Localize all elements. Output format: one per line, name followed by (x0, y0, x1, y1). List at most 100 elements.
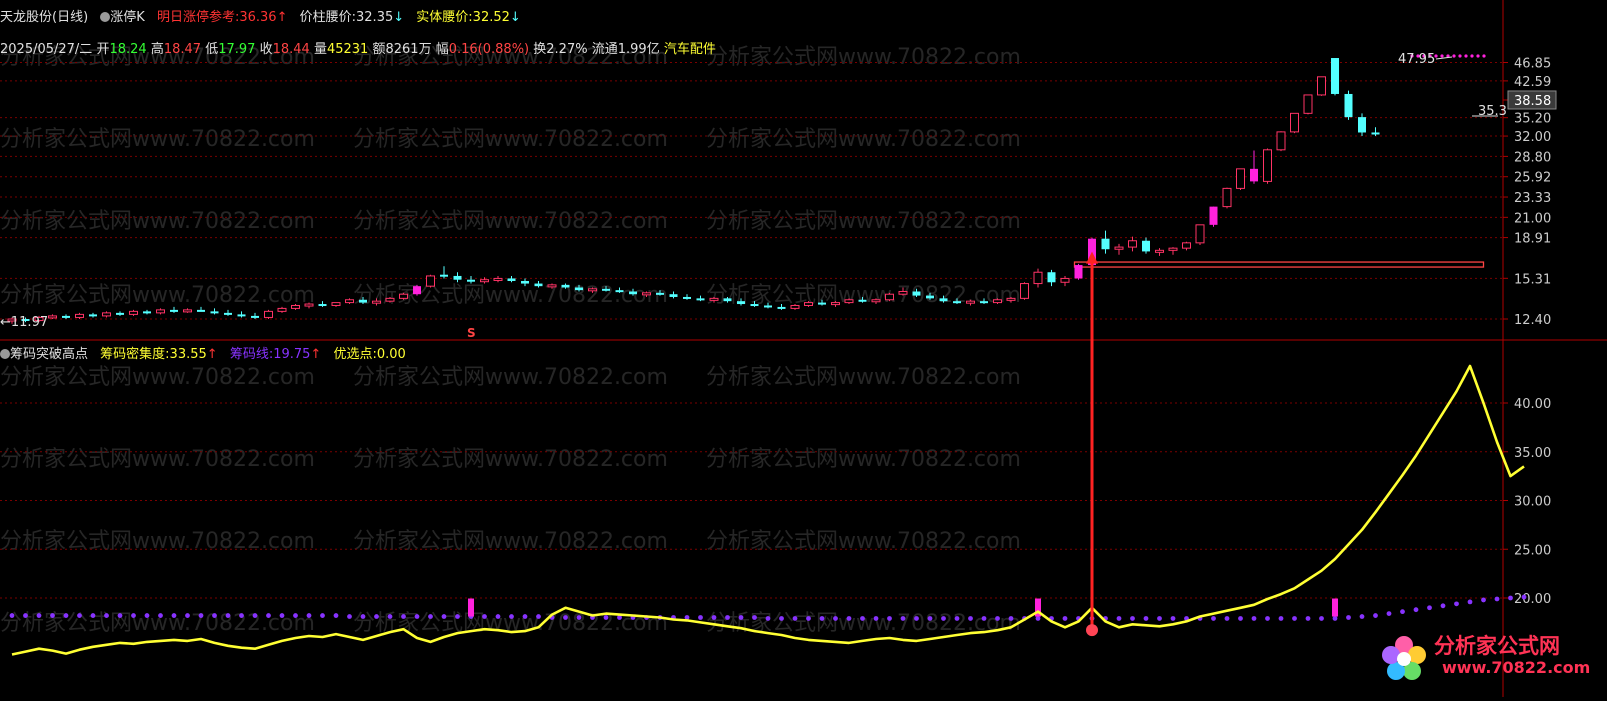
candle (1074, 263, 1083, 280)
chip-line-dot (603, 615, 609, 620)
candle (1128, 236, 1137, 252)
price-tick-label: 42.59 (1514, 75, 1551, 90)
chip-line-dot (765, 616, 771, 621)
peak-dot (1440, 54, 1444, 58)
candle-body (561, 284, 570, 288)
lower-indicator-name[interactable]: 筹码突破高点 (10, 347, 88, 362)
high-price-label: 47.95 (1398, 52, 1435, 67)
low-price-label: ←11.97 (0, 315, 48, 330)
chip-line-dot (320, 613, 325, 618)
chip-line-dot (806, 616, 811, 621)
chip-line-dot (1035, 616, 1041, 621)
candle (251, 312, 259, 319)
amount-value: 8261万 (385, 42, 432, 57)
chip-line-dot (725, 615, 730, 620)
peak-dot (1464, 54, 1468, 58)
candle-body (1047, 272, 1056, 283)
candle (264, 309, 273, 319)
pick-value: 0.00 (376, 347, 406, 362)
indicator-name[interactable]: 涨停K (110, 10, 145, 25)
candle-body (790, 304, 800, 309)
chip-line-dot (968, 616, 973, 621)
candle-body (858, 299, 867, 302)
open-label: 开 (96, 42, 110, 57)
candle-body (1317, 76, 1326, 96)
change-label: 幅 (435, 42, 449, 57)
candle (1209, 206, 1218, 227)
pick-label: 优选点: (333, 347, 377, 362)
pillar-mid-value: 32.35 (356, 10, 394, 25)
candle (1155, 248, 1164, 256)
candle-body (1371, 132, 1380, 135)
chip-line-dot (1319, 616, 1324, 621)
chip-line-dot (374, 614, 379, 619)
candle-body (980, 301, 988, 304)
logo-name: 分析家公式网 (1434, 634, 1560, 658)
chip-line-dot (1278, 616, 1284, 621)
candle (75, 312, 84, 319)
watermark-text: 分析家公式网www.70822.com (706, 529, 1021, 554)
chip-line-dot (90, 613, 96, 618)
price-tick-label: 15.31 (1514, 272, 1551, 287)
candle-body (1060, 277, 1070, 283)
up-arrow-icon: ↑ (276, 10, 288, 25)
stock-name[interactable]: 天龙股份(日线) (0, 10, 88, 25)
watermark-text: 分析家公式网www.70822.com (706, 45, 1021, 70)
candle-body (62, 315, 70, 318)
candle (399, 292, 408, 300)
down-arrow-icon: ↓ (509, 10, 521, 25)
watermark-text: 分析家公式网www.70822.com (353, 529, 668, 554)
close-value: 18.44 (272, 42, 310, 57)
candle (885, 292, 894, 302)
candle-body (1303, 94, 1313, 114)
candle-body (521, 280, 529, 284)
candle-body (898, 290, 908, 295)
candle-body (507, 278, 516, 281)
chip-line-dot (1143, 616, 1149, 621)
chip-line-dot (185, 613, 190, 618)
limit-ref-label: 明日涨停参考: (156, 10, 240, 25)
settings-circle-icon[interactable] (0, 349, 10, 359)
chip-line-dot (576, 615, 582, 620)
chip-line-dot (698, 615, 703, 620)
indicator-tick-label: 20.00 (1514, 592, 1551, 607)
candle-body (116, 312, 124, 315)
candle-body (1101, 238, 1110, 250)
chip-line-dot (1238, 616, 1243, 621)
candle-body (1276, 131, 1286, 151)
chip-line-dot (914, 616, 919, 621)
chip-line-dot (1386, 611, 1392, 616)
chip-line-dot (1373, 613, 1378, 618)
chip-line-dot (387, 614, 393, 619)
chip-line-dot (36, 613, 42, 618)
chip-line-dot (9, 613, 15, 618)
candle (143, 309, 151, 315)
candle (1358, 113, 1366, 137)
candle-body (75, 313, 84, 318)
settings-circle-icon[interactable] (100, 12, 111, 22)
sector-name: 汽车配件 (663, 42, 716, 57)
candle (331, 302, 341, 307)
volume-label: 量 (313, 42, 327, 57)
candle-body (1250, 168, 1258, 182)
chip-line-dot (23, 613, 28, 618)
chip-line-dot (887, 616, 892, 621)
chip-line-dot (1359, 614, 1365, 619)
candle-body (939, 298, 948, 302)
candle-body (183, 309, 192, 313)
chip-line-dot (738, 615, 744, 620)
candle-body (129, 310, 138, 315)
chip-line-dot (792, 616, 798, 621)
chip-line-dot (1508, 595, 1513, 601)
candle-body (831, 302, 840, 306)
candle-body (413, 286, 421, 295)
limit-ref-value: 36.36 (239, 10, 277, 25)
watermark-text: 分析家公式网www.70822.com (353, 209, 668, 234)
candle-body (885, 293, 894, 301)
chip-line-value: 19.75 (273, 347, 311, 362)
quote-line: 2025/05/27/二 开18.24 高18.47 低17.97 收18.44… (0, 38, 716, 57)
chip-marker-bar (468, 598, 474, 617)
chip-line-dot (954, 616, 960, 621)
down-arrow-icon: ↓ (393, 10, 405, 25)
chip-line-dot (401, 614, 406, 619)
